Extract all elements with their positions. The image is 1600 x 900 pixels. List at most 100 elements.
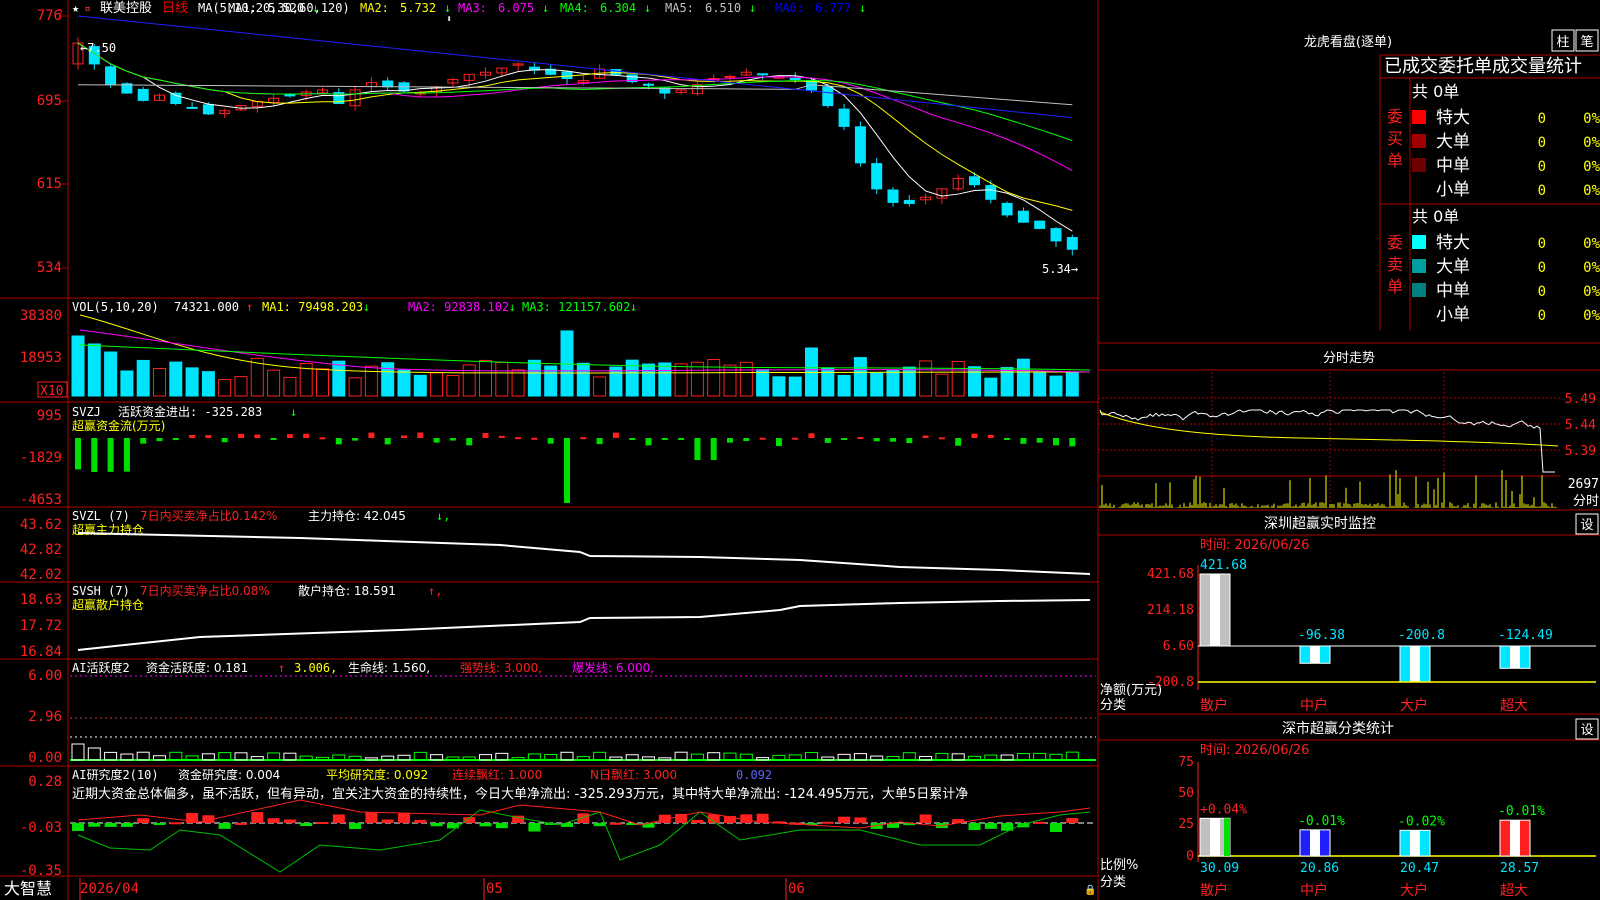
svsh-header: SVSH (7) [72, 584, 130, 598]
class-change-label: -0.01% [1498, 804, 1545, 819]
ai1-arrow: ↑ [278, 661, 285, 675]
research-bar [251, 812, 264, 823]
svzl-header: SVZL (7) [72, 509, 130, 523]
vol-arrow: ↑ [246, 300, 253, 314]
activity-bar [821, 756, 835, 761]
class-value-label: 20.86 [1300, 861, 1339, 876]
vol-bar [837, 374, 851, 397]
ai2-last: 0.092 [736, 768, 772, 782]
svzj-bar [123, 438, 130, 472]
ma-arrow-4: ↓ [644, 1, 651, 15]
candle [1017, 210, 1029, 223]
svzj-bar [987, 434, 994, 438]
vol-bar [511, 369, 525, 397]
ai2-nday: N日飘红: 3.000 [590, 767, 677, 782]
research-bar [593, 823, 606, 827]
buy-row-count: 0 [1538, 111, 1546, 127]
star-icon[interactable]: ★ [72, 1, 79, 15]
kline-panel[interactable]: 776695615534←7.505.34→⬍ [37, 8, 1078, 276]
ma-value-4: 6.304 [600, 1, 636, 15]
svsh-ratio: 7日内买卖净占比0.08% [140, 583, 270, 598]
buy-legend-swatch [1412, 134, 1426, 148]
svzj-bar [890, 438, 896, 442]
research-bar [984, 823, 997, 829]
ai2-cont: 连续飘红: 1.000 [452, 767, 542, 782]
buy-side-label: 买 [1387, 129, 1403, 148]
vol-axis-label: 38380 [20, 308, 62, 324]
vol-bar [560, 330, 574, 397]
class-ylabel: 比例% [1100, 858, 1138, 873]
svzj-bar [841, 438, 848, 440]
svzj-arrow: ↓ [290, 405, 297, 419]
svzj-bar [629, 438, 636, 440]
class-value-label: 30.09 [1200, 861, 1239, 876]
vol-ma-arrow: ↓ [630, 300, 637, 314]
vol-bar [593, 376, 607, 397]
intraday-title: 分时走势 [1323, 350, 1375, 366]
class-category-label: 大户 [1400, 882, 1428, 899]
svzj-bar [775, 438, 782, 447]
vol-bar [935, 373, 949, 397]
buy-row-pct: 0% [1583, 183, 1600, 199]
svzl-panel[interactable]: SVZL (7) 7日内买卖净占比0.142% 主力持仓: 42.045 ↓,超赢主力… [20, 508, 1091, 583]
vol-bar [984, 377, 998, 397]
intraday-avg-line [1099, 411, 1559, 447]
class-axis-label: 50 [1178, 786, 1194, 801]
candle [561, 71, 573, 79]
monitor-axis-label: 421.68 [1147, 567, 1194, 582]
intraday-axis-label: 5.39 [1565, 444, 1596, 459]
candle [1050, 228, 1062, 242]
class-category-label: 超大 [1500, 883, 1528, 899]
buy-row-pct: 0% [1583, 159, 1600, 175]
vol-bar [381, 362, 395, 397]
vol-bar [1065, 372, 1079, 397]
svzj-bar [596, 438, 603, 445]
date-label: 2026/04 [80, 881, 139, 897]
svzj-panel[interactable]: SVZJ 活跃资金进出: -325.283 ↓ 超赢资金流(万元) 995 -1829 -4… [20, 404, 1076, 508]
vol-ma-arrow: ↓ [363, 300, 370, 314]
period-label[interactable]: 日线 [162, 1, 188, 16]
ma-value-2: 5.732 [400, 1, 436, 15]
svsh-panel[interactable]: SVSH (7) 7日内买卖净占比0.08% 散户持仓: 18.591 ↑, 超赢散户持… [20, 583, 1091, 660]
volume-panel[interactable]: VOL(5,10,20) 74321.000 ↑ MA1: 79498.203 ↓ MA2… [20, 300, 1091, 399]
candle [985, 185, 997, 200]
svzj-bar [254, 434, 261, 438]
monitor-bar-highlight [1410, 646, 1420, 682]
research-bar [577, 813, 590, 823]
buy-row-count: 0 [1538, 183, 1546, 199]
ma-arrow-1: ↓ [312, 1, 319, 15]
research-bar [430, 823, 443, 827]
low-price-label: 5.34→ [1042, 262, 1078, 276]
svzj-bar [531, 437, 538, 440]
research-bar [919, 814, 932, 823]
research-bar [72, 823, 84, 832]
svzj-header: SVZJ [72, 405, 101, 419]
sell-row-name: 中单 [1436, 281, 1470, 301]
intraday-axis-label: 5.49 [1565, 392, 1596, 407]
brand-label: 大智慧 [4, 879, 52, 898]
class-category-label: 散户 [1200, 882, 1228, 899]
activity-bar [707, 752, 721, 761]
monitor-value-label: -96.38 [1298, 628, 1345, 643]
ma-label-5: MA5: [665, 1, 694, 15]
svzj-bar [938, 437, 945, 440]
vol-bar [267, 369, 281, 397]
sell-legend-swatch [1412, 259, 1426, 273]
ma-value-3: 6.075 [498, 1, 534, 15]
svzj-bar [270, 438, 277, 440]
buy-legend-swatch [1412, 110, 1426, 124]
monitor-axis-label: 214.18 [1147, 603, 1194, 618]
activity-bar [413, 751, 427, 761]
class-bar-highlight [1310, 829, 1320, 856]
ai-activity-panel[interactable]: AI活跃度2 资金活跃度: 0.181 ↑ 3.006, 生命线: 1.560, 强势线:… [28, 660, 1096, 766]
candle [822, 86, 834, 107]
svzj-bar [710, 438, 717, 460]
ma-arrow-3: ↓ [542, 1, 549, 15]
research-bar [332, 814, 345, 823]
ma-line-2 [77, 42, 1073, 211]
ai-research-panel[interactable]: AI研究度2(10) 资金研究度: 0.004 平均研究度: 0.092 连续飘红: … [20, 767, 1096, 879]
monitor-bar [1199, 573, 1231, 647]
class-change-label: -0.02% [1398, 814, 1445, 829]
sell-legend-swatch [1412, 283, 1426, 297]
vol-bar [201, 371, 215, 397]
